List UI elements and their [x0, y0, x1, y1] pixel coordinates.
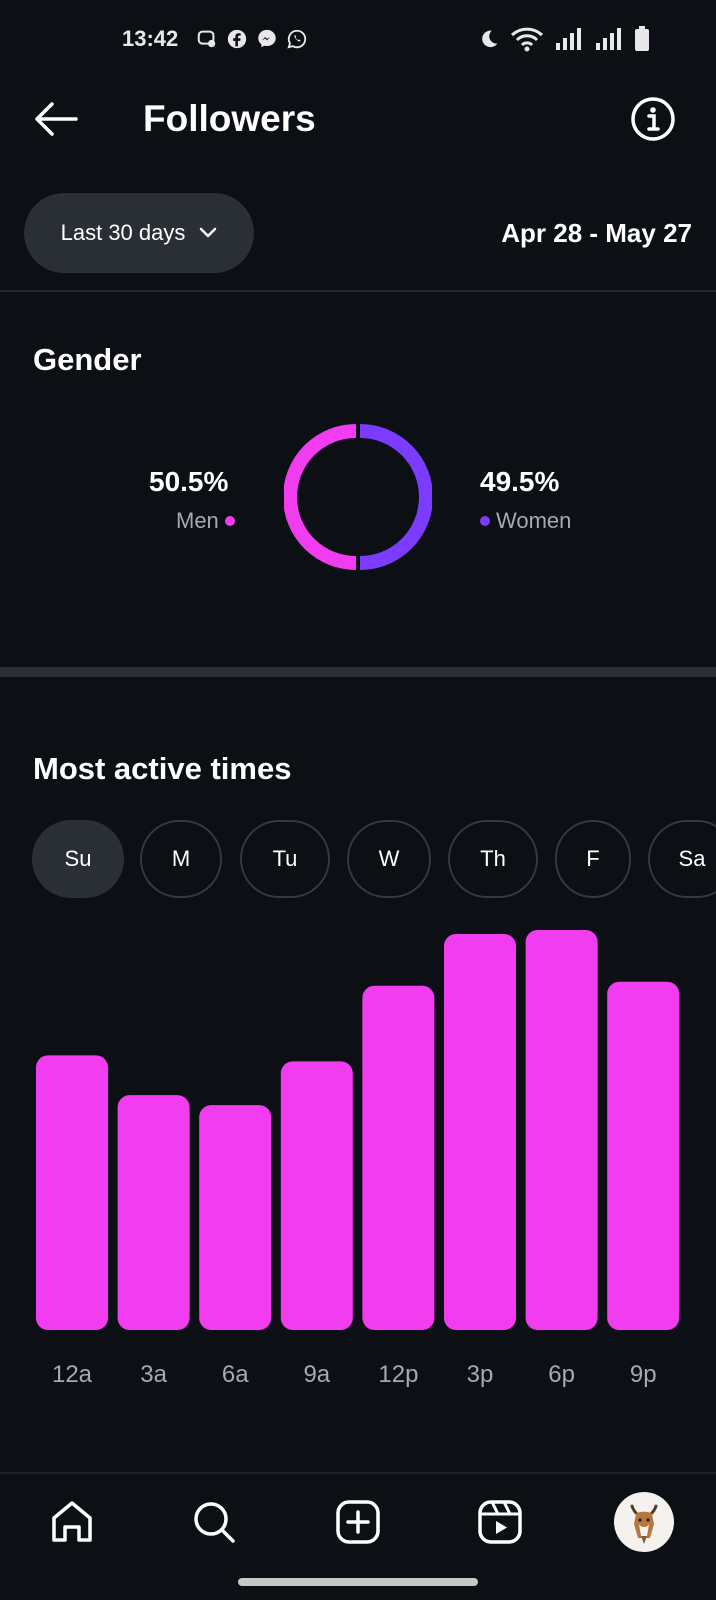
- nav-reels-button[interactable]: [472, 1494, 528, 1550]
- battery-icon: [635, 26, 649, 51]
- day-chip-label: W: [378, 846, 400, 871]
- women-legend: Women: [480, 508, 571, 534]
- profile-avatar-image: [615, 1493, 673, 1551]
- men-label: Men: [176, 508, 219, 533]
- day-chip-label: Tu: [272, 846, 298, 871]
- status-notification-icons: [196, 28, 308, 50]
- most-active-times-title: Most active times: [33, 751, 292, 786]
- whatsapp-icon: [287, 29, 307, 49]
- arrow-left-icon: [35, 102, 78, 136]
- day-chip-label: M: [171, 846, 191, 871]
- women-percentage: 49.5%: [480, 466, 560, 497]
- bar-12p[interactable]: [362, 985, 435, 1330]
- bar-3p[interactable]: [444, 933, 516, 1330]
- divider: [0, 290, 716, 292]
- day-chip-label: Th: [480, 846, 506, 871]
- x-tick-label: 3p: [467, 1361, 494, 1388]
- date-range-dropdown[interactable]: Last 30 days: [24, 193, 254, 273]
- day-chip-th[interactable]: Th: [448, 820, 538, 898]
- nav-create-button[interactable]: [330, 1494, 386, 1550]
- day-chip-label: Su: [64, 846, 92, 871]
- nav-home-button[interactable]: [44, 1494, 100, 1550]
- do-not-disturb-moon-icon: [482, 30, 498, 48]
- search-icon: [194, 1502, 235, 1543]
- home-icon: [52, 1501, 92, 1542]
- day-chip-tu[interactable]: Tu: [240, 820, 330, 898]
- day-chip-su[interactable]: Su: [32, 820, 124, 898]
- home-indicator: [238, 1578, 478, 1586]
- gender-donut-chart: [284, 424, 432, 570]
- gender-section-title: Gender: [33, 342, 142, 377]
- facebook-icon: [227, 29, 247, 49]
- day-chip-w[interactable]: W: [347, 820, 431, 898]
- x-tick-label: 9a: [303, 1361, 330, 1388]
- x-tick-label: 9p: [630, 1361, 657, 1388]
- x-tick-label: 12p: [378, 1361, 418, 1388]
- bar-3a[interactable]: [117, 1095, 190, 1330]
- date-range-dropdown-label: Last 30 days: [60, 220, 186, 245]
- section-divider: [0, 667, 716, 677]
- nav-profile-avatar[interactable]: [614, 1492, 674, 1552]
- day-chip-sa[interactable]: Sa: [648, 820, 716, 898]
- back-button[interactable]: [30, 96, 82, 142]
- date-range-text: Apr 28 - May 27: [501, 218, 692, 248]
- status-time: 13:42: [122, 26, 179, 51]
- bar-12a[interactable]: [36, 1055, 108, 1330]
- bar-9a[interactable]: [280, 1061, 353, 1330]
- donut-segment-men: [284, 424, 357, 570]
- signal-icon: [556, 28, 581, 50]
- x-tick-label: 6p: [548, 1361, 575, 1388]
- messenger-icon: [258, 29, 276, 48]
- messenger-chat-icon: [197, 30, 216, 48]
- signal-icon-2: [596, 28, 621, 50]
- page-title: Followers: [143, 98, 316, 139]
- nav-search-button[interactable]: [186, 1494, 242, 1550]
- men-color-dot: [224, 516, 235, 526]
- day-chip-label: Sa: [678, 846, 706, 871]
- create-post-icon: [336, 1500, 380, 1544]
- x-tick-label: 6a: [222, 1361, 249, 1388]
- women-color-dot: [480, 516, 490, 526]
- x-tick-label: 3a: [140, 1361, 167, 1388]
- day-chip-label: F: [586, 846, 600, 871]
- donut-segment-women: [359, 424, 432, 570]
- info-button[interactable]: [630, 96, 676, 142]
- men-percentage: 50.5%: [149, 466, 229, 497]
- info-icon: [631, 97, 675, 141]
- most-active-times-chart: 12a 3a 6a 9a 12p 3p 6p 9p: [36, 930, 680, 1388]
- bar-6a[interactable]: [199, 1105, 272, 1330]
- chevron-down-icon: [200, 227, 217, 238]
- status-system-icons: [478, 26, 650, 52]
- day-chip-m[interactable]: M: [140, 820, 222, 898]
- x-tick-label: 12a: [52, 1361, 93, 1388]
- bar-9p[interactable]: [607, 981, 680, 1330]
- women-label: Women: [496, 508, 572, 533]
- wifi-icon: [510, 27, 544, 52]
- day-chip-f[interactable]: F: [555, 820, 631, 898]
- reels-icon: [478, 1500, 522, 1544]
- men-legend: Men: [176, 508, 235, 534]
- bottom-nav-border: [0, 1472, 716, 1474]
- bar-6p[interactable]: [525, 930, 598, 1330]
